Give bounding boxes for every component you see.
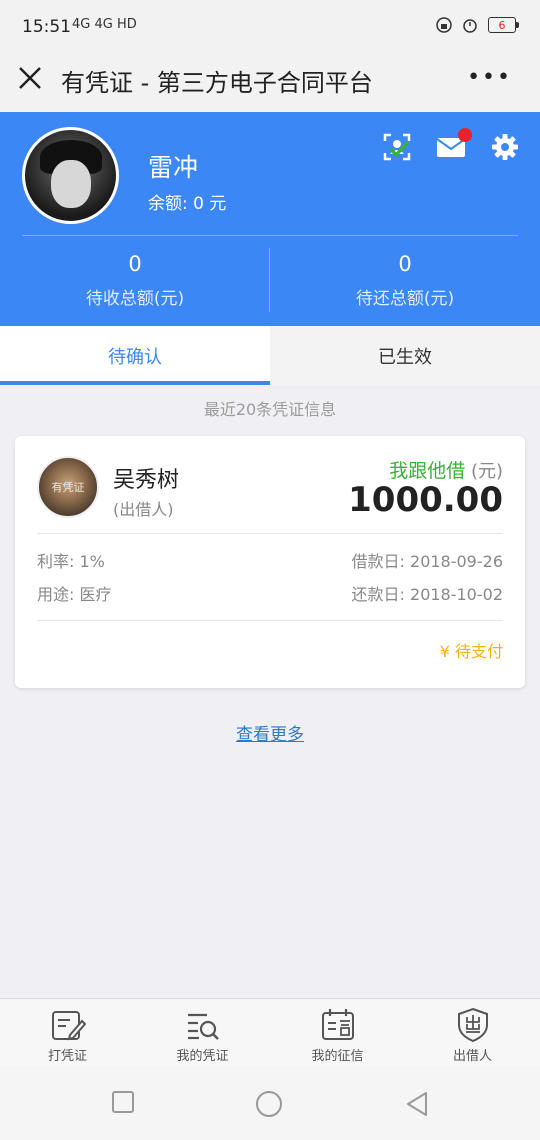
view-more-link[interactable]: 查看更多 — [0, 720, 540, 745]
lender-avatar: 有凭证 — [37, 456, 99, 518]
stat-label: 待收总额(元) — [85, 289, 185, 309]
user-avatar[interactable] — [22, 127, 119, 224]
mail-icon[interactable] — [436, 128, 472, 162]
system-nav-bar — [0, 1066, 540, 1140]
loan-purpose: 用途: 医疗 — [37, 585, 112, 604]
nav-label: 我的凭证 — [176, 1049, 229, 1064]
balance: 余额: 0 元 — [148, 194, 227, 214]
list-hint: 最近20条凭证信息 — [203, 400, 337, 419]
network-indicators: 4G 4G HD — [72, 17, 137, 32]
lender-name: 吴秀树 — [113, 468, 180, 493]
stat-payable[interactable]: 0 待还总额(元) — [270, 252, 540, 309]
close-icon[interactable] — [17, 65, 43, 91]
gear-icon[interactable] — [490, 132, 520, 162]
nav-item-my-credit[interactable]: 我的征信 — [270, 999, 405, 1066]
loan-type: 我跟他借 (元) — [389, 456, 503, 483]
status-bar: 15:51 4G 4G HD 6 — [0, 0, 540, 56]
page-title: 有凭证 - 第三方电子合同平台 — [61, 69, 373, 97]
credit-calendar-icon — [321, 1009, 354, 1040]
voucher-card[interactable]: 有凭证 吴秀树 (出借人) 我跟他借 (元) 1000.00 利率: 1% 借款… — [15, 436, 525, 688]
tab-bar: 待确认 已生效 — [0, 326, 540, 385]
stat-label: 待还总额(元) — [355, 289, 455, 309]
back-icon[interactable] — [404, 1090, 430, 1118]
edit-note-icon — [51, 1011, 86, 1041]
loan-amount: 1000.00 — [348, 480, 503, 520]
list-search-icon — [187, 1013, 219, 1040]
pay-status-badge[interactable]: ¥ 待支付 — [440, 638, 503, 662]
divider — [37, 533, 503, 534]
divider — [37, 620, 503, 621]
nav-label: 打凭证 — [47, 1049, 87, 1064]
more-menu-button[interactable]: ••• — [467, 65, 512, 90]
nav-label: 出借人 — [452, 1049, 492, 1064]
divider — [22, 235, 518, 236]
repay-date: 还款日: 2018-10-02 — [351, 585, 503, 604]
status-time: 15:51 — [22, 17, 71, 37]
status-right-icons: 6 — [436, 17, 519, 33]
lender-shield-icon — [457, 1007, 488, 1043]
nav-item-create-voucher[interactable]: 打凭证 — [0, 999, 135, 1066]
interest-rate: 利率: 1% — [37, 552, 105, 571]
bottom-nav: 打凭证 我的凭证 我的征信 出借人 — [0, 998, 540, 1066]
loan-type-label: 我跟他借 — [389, 460, 466, 482]
battery-level: 6 — [498, 18, 506, 32]
verify-check-icon[interactable] — [382, 132, 412, 162]
alarm-icon — [463, 19, 477, 33]
nav-label: 我的征信 — [311, 1049, 364, 1064]
borrow-date: 借款日: 2018-09-26 — [351, 552, 503, 571]
nav-item-my-vouchers[interactable]: 我的凭证 — [135, 999, 270, 1066]
stat-value: 0 — [128, 252, 142, 276]
recent-apps-icon[interactable] — [112, 1090, 134, 1114]
profile-header: 雷冲 余额: 0 元 0 待收总额(元) 0 待还总额(元) — [0, 112, 540, 326]
header-actions — [382, 128, 520, 162]
stat-value: 0 — [398, 252, 412, 276]
tab-pending[interactable]: 待确认 — [0, 326, 270, 385]
unread-dot — [458, 128, 472, 142]
stat-receivable[interactable]: 0 待收总额(元) — [0, 252, 270, 309]
title-bar: 有凭证 - 第三方电子合同平台 ••• — [0, 56, 540, 112]
battery-icon: 6 — [488, 17, 519, 33]
home-icon[interactable] — [255, 1090, 283, 1118]
lender-role: (出借人) — [113, 500, 174, 519]
tab-effective[interactable]: 已生效 — [270, 326, 540, 385]
nav-item-lender[interactable]: 出借人 — [405, 999, 540, 1066]
lock-icon — [436, 17, 452, 33]
avatar-watermark: 有凭证 — [51, 481, 85, 494]
username: 雷冲 — [148, 153, 199, 182]
amount-unit: (元) — [470, 461, 503, 482]
